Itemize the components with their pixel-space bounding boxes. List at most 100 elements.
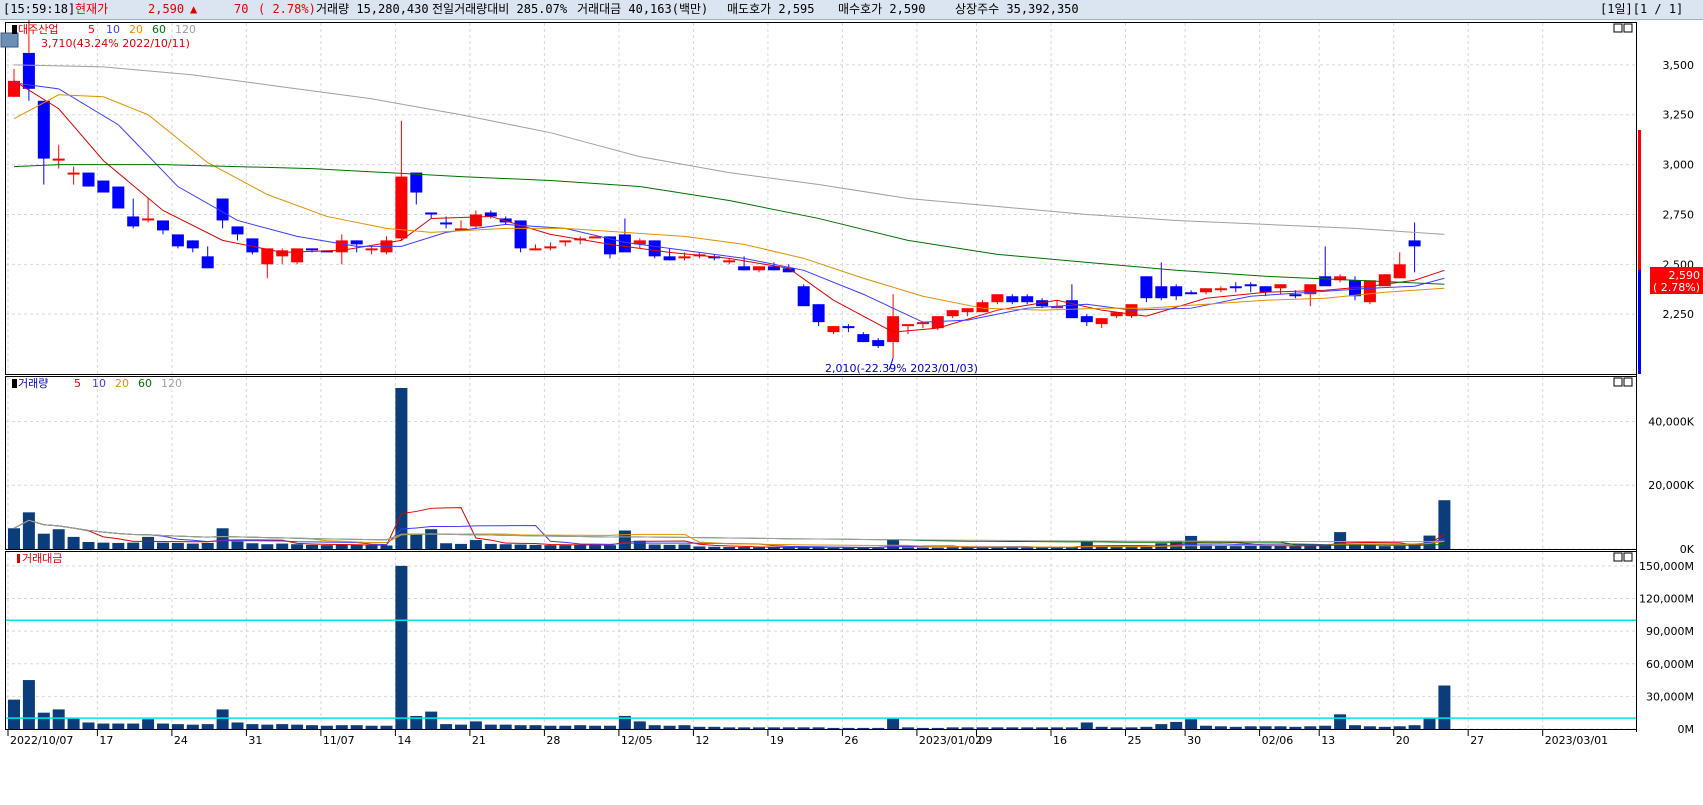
volume-bar bbox=[544, 545, 557, 549]
candle-body bbox=[261, 248, 274, 265]
volume-bar bbox=[8, 528, 20, 549]
candle-body bbox=[22, 52, 35, 89]
candle-body bbox=[97, 180, 110, 193]
candle-body bbox=[1155, 286, 1168, 299]
maximize-panel-icon[interactable] bbox=[1623, 23, 1633, 33]
candle-body bbox=[872, 340, 885, 347]
value-bar bbox=[604, 725, 616, 729]
value-bar bbox=[380, 725, 393, 729]
candle-body bbox=[857, 334, 870, 343]
candle-body bbox=[529, 248, 542, 251]
candle-body bbox=[440, 222, 453, 225]
value-bar bbox=[559, 725, 572, 729]
volume-bar bbox=[261, 544, 274, 549]
value-bar bbox=[335, 725, 348, 729]
value-bar bbox=[97, 723, 110, 729]
x-tick-label: 25 bbox=[1128, 734, 1142, 747]
value-bar bbox=[1319, 725, 1332, 729]
minimize-value-panel-icon[interactable] bbox=[1613, 552, 1623, 562]
legend-ma60: 60 bbox=[152, 23, 166, 36]
x-tick-label: 14 bbox=[397, 734, 411, 747]
value-bar bbox=[767, 727, 780, 729]
stock-chart: 3,5003,2503,0002,7502,5002,25040,000K20,… bbox=[0, 20, 1703, 747]
x-tick-label: 11/07 bbox=[323, 734, 355, 747]
volume-bar bbox=[693, 546, 706, 549]
ma60-line bbox=[13, 164, 1445, 285]
volume-bar bbox=[618, 530, 631, 549]
price-range-bar bbox=[1638, 270, 1641, 374]
legend-marker bbox=[12, 379, 17, 388]
volume-bar bbox=[738, 547, 751, 549]
volume-bar bbox=[559, 545, 572, 549]
volume-bar bbox=[276, 543, 289, 549]
legend-vol-ma5: 5 bbox=[74, 377, 81, 390]
candle-body bbox=[365, 248, 378, 251]
candle-body bbox=[231, 226, 244, 235]
value-bar bbox=[22, 680, 35, 729]
value-bar bbox=[82, 722, 95, 729]
price-tick-label: 3,250 bbox=[1663, 109, 1695, 122]
price-change: 70 bbox=[234, 2, 249, 16]
ask-price: 매도호가 2,595 bbox=[727, 2, 815, 16]
volume-bar bbox=[1110, 547, 1123, 549]
quote-time: [15:59:18] bbox=[3, 2, 76, 16]
value-bar bbox=[455, 724, 467, 729]
x-tick-label: 31 bbox=[248, 734, 262, 747]
value-bar bbox=[484, 724, 497, 729]
legend-marker bbox=[12, 25, 17, 34]
chart-settings-icon[interactable] bbox=[0, 32, 19, 48]
value-panel bbox=[6, 565, 1636, 729]
price-tick-label: 2,250 bbox=[1663, 308, 1695, 321]
value-bar bbox=[946, 727, 959, 729]
trade-value: 거래대금 40,163(백만) bbox=[577, 2, 709, 16]
candle-body bbox=[678, 256, 691, 259]
value-bar bbox=[1229, 726, 1242, 729]
candle-body bbox=[112, 186, 125, 209]
value-bar bbox=[499, 724, 512, 729]
value-bar bbox=[1036, 727, 1049, 729]
period-selector[interactable]: [1일][1 / 1] bbox=[1600, 2, 1683, 16]
volume-bar bbox=[37, 533, 50, 549]
volume-bar bbox=[1423, 535, 1436, 549]
value-bar bbox=[1051, 727, 1063, 729]
volume-bar bbox=[410, 533, 423, 549]
value-bar bbox=[589, 725, 602, 729]
candle-body bbox=[306, 248, 318, 251]
minimize-volume-panel-icon[interactable] bbox=[1613, 377, 1623, 387]
candle-body bbox=[157, 220, 169, 231]
value-bar bbox=[142, 719, 155, 729]
x-tick-label: 27 bbox=[1470, 734, 1484, 747]
value-bar bbox=[127, 723, 140, 729]
value-bar bbox=[1021, 727, 1034, 729]
value-tick-label: 60,000M bbox=[1646, 658, 1694, 671]
value-bar bbox=[514, 725, 527, 729]
axes: 3,5003,2503,0002,7502,5002,25040,000K20,… bbox=[5, 59, 1695, 747]
value-bar bbox=[8, 699, 20, 729]
volume-bar bbox=[395, 387, 408, 549]
legend-volume-name: 거래량 bbox=[18, 377, 48, 390]
volume-bar bbox=[663, 544, 676, 549]
legend-vol-ma60: 60 bbox=[138, 377, 152, 390]
x-tick-label: 30 bbox=[1187, 734, 1201, 747]
value-bar bbox=[67, 718, 80, 729]
value-bar bbox=[320, 725, 333, 729]
candle-body bbox=[52, 158, 65, 161]
candle-body bbox=[1170, 286, 1183, 297]
volume-tick-label: 40,000K bbox=[1648, 415, 1694, 428]
candle-body bbox=[663, 256, 676, 261]
value-bar bbox=[1006, 727, 1019, 729]
maximize-value-panel-icon[interactable] bbox=[1623, 552, 1633, 562]
value-bar bbox=[350, 725, 363, 729]
candle-body bbox=[1080, 316, 1093, 323]
volume-bar bbox=[916, 547, 929, 549]
x-tick-label: 2023/01/02 bbox=[919, 734, 982, 747]
value-bar bbox=[425, 711, 438, 729]
volume-bar bbox=[753, 547, 765, 549]
minimize-panel-icon[interactable] bbox=[1613, 23, 1623, 33]
candle-body bbox=[1259, 286, 1272, 293]
value-bar bbox=[1155, 724, 1168, 729]
low-price-note: 2,010(-22.39% 2023/01/03) bbox=[825, 362, 978, 375]
maximize-volume-panel-icon[interactable] bbox=[1623, 377, 1633, 387]
value-bar bbox=[37, 712, 50, 729]
candle-body bbox=[350, 240, 363, 245]
